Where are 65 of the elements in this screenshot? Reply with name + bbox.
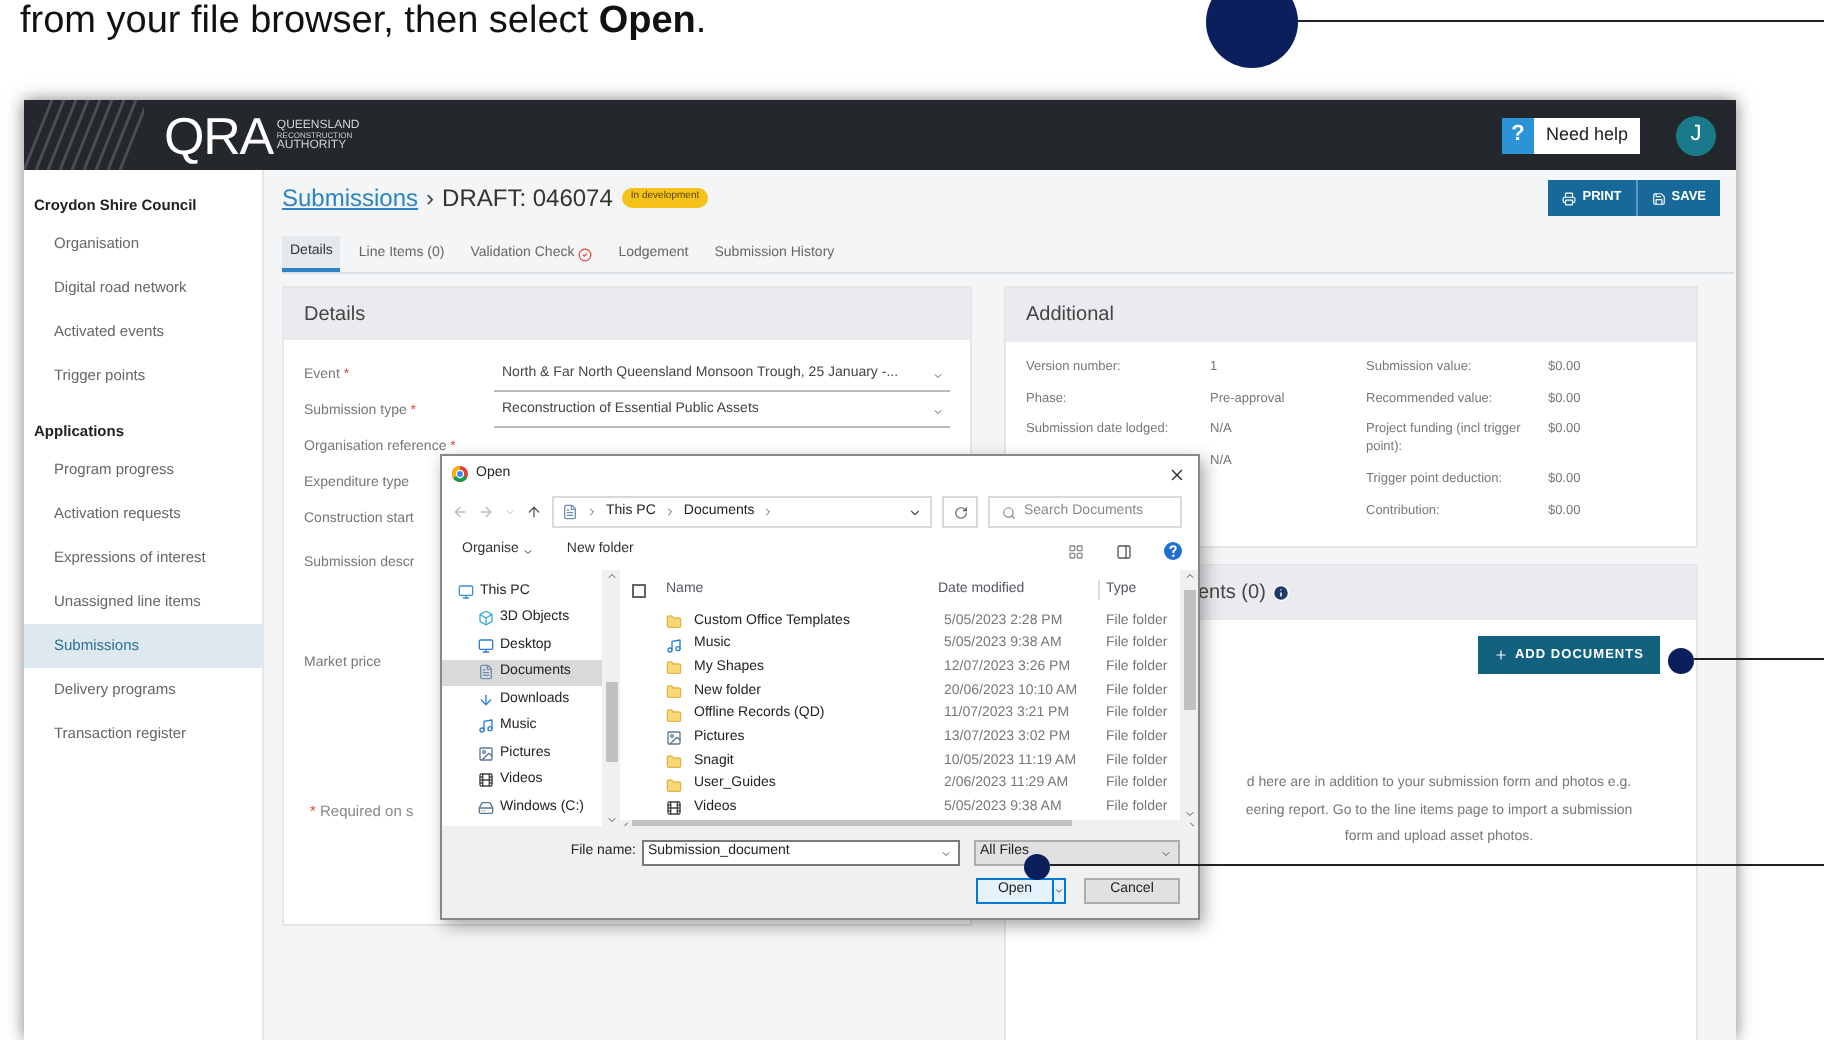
select-all-checkbox[interactable] <box>632 583 646 597</box>
document-icon <box>478 664 494 681</box>
breadcrumb-link[interactable]: Submissions <box>282 180 419 216</box>
scroll-up-icon <box>1183 570 1195 582</box>
film-icon <box>666 800 682 817</box>
folder-icon <box>666 660 682 677</box>
chevron-icon <box>663 506 676 518</box>
scroll-up-icon <box>605 570 617 582</box>
scrollbar[interactable] <box>602 570 620 826</box>
caret-icon <box>1054 886 1064 896</box>
back-icon[interactable] <box>452 504 468 520</box>
check-status-icon <box>578 247 593 261</box>
chevron-icon <box>586 506 598 518</box>
save-icon <box>1651 191 1666 205</box>
folder-icon <box>666 613 682 630</box>
folder-icon <box>666 707 682 724</box>
scroll-down-icon <box>1183 808 1195 821</box>
caret-icon <box>932 369 944 381</box>
help-button[interactable]: Need help <box>1533 117 1640 153</box>
info-icon <box>1271 584 1290 602</box>
folder-icon <box>666 777 682 794</box>
caret-icon <box>908 505 922 519</box>
print-icon <box>1562 191 1577 205</box>
card-title: ents (0) <box>1198 580 1266 608</box>
logo-text: QRA <box>164 109 273 161</box>
music-note-icon <box>478 718 494 735</box>
cube-icon <box>478 610 494 627</box>
submission-title: DRAFT: 046074 <box>442 182 613 216</box>
chevron-icon <box>762 506 775 518</box>
breadcrumb-separator: › <box>426 182 435 216</box>
leader-line <box>1694 658 1824 660</box>
caret-icon <box>1160 847 1172 859</box>
down-arrow-icon <box>478 691 494 708</box>
refresh-icon <box>953 505 967 519</box>
refresh-button[interactable] <box>942 496 978 528</box>
scrollbar[interactable] <box>1180 570 1198 821</box>
card-title: Additional <box>1006 288 1696 342</box>
film-icon <box>478 772 494 789</box>
search-icon <box>1002 505 1016 519</box>
close-icon[interactable] <box>1168 465 1186 483</box>
caret-icon <box>932 405 944 417</box>
folder-icon <box>666 683 682 700</box>
plus-icon <box>1494 648 1509 662</box>
stripe-pattern-drawing <box>24 100 144 170</box>
forward-icon[interactable] <box>478 504 494 520</box>
picture-icon <box>478 745 494 762</box>
preview-pane-icon[interactable] <box>1116 543 1132 559</box>
view-icon[interactable] <box>1068 543 1084 559</box>
caret-icon <box>522 545 535 557</box>
drive-icon <box>478 799 494 816</box>
document-icon <box>562 504 578 520</box>
callout-marker <box>1206 0 1298 68</box>
up-icon[interactable] <box>526 504 542 520</box>
monitor-icon <box>478 637 494 654</box>
card-title: Details <box>284 288 970 340</box>
instruction-text: from your file browser, then select Open. <box>20 0 707 42</box>
scroll-down-icon <box>605 814 617 826</box>
picture-icon <box>666 730 682 747</box>
computer-icon <box>458 583 474 600</box>
caret-icon <box>940 847 952 859</box>
browser-logo-icon <box>452 466 468 482</box>
help-icon[interactable] <box>1164 542 1182 560</box>
music-note-icon <box>666 637 682 654</box>
user-avatar[interactable]: J <box>1676 115 1716 155</box>
folder-icon <box>666 753 682 770</box>
